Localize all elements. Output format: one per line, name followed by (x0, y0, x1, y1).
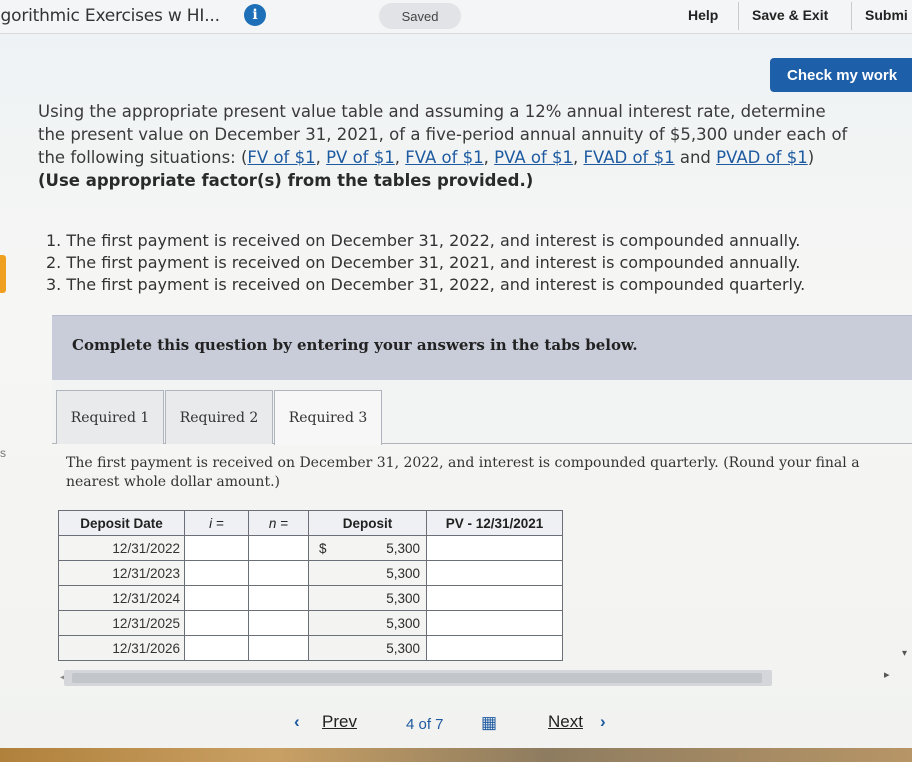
pvad-of-1-link[interactable]: PVAD of $1 (716, 148, 808, 167)
i-input[interactable] (185, 536, 248, 560)
edge-mark: s (0, 446, 6, 460)
currency-symbol: $ (319, 541, 327, 556)
requirement-item: 3. The first payment is received on Dece… (46, 275, 806, 294)
deposit-cell: $5,300 (308, 535, 427, 561)
i-input[interactable] (185, 611, 248, 635)
tab-required-1[interactable]: Required 1 (56, 390, 164, 444)
pv-input[interactable] (427, 561, 562, 585)
fv-of-1-link[interactable]: FV of $1 (247, 148, 315, 167)
grid-icon[interactable]: ▦ (481, 713, 497, 733)
header-pv: PV - 12/31/2021 (426, 510, 563, 536)
scrollbar-thumb[interactable] (72, 673, 762, 683)
side-indicator (0, 255, 6, 293)
instructions-banner: Complete this question by entering your … (52, 315, 912, 380)
deposit-value: 5,300 (386, 541, 420, 556)
separator: and (674, 148, 717, 167)
question-bold-instruction: (Use appropriate factor(s) from the tabl… (38, 171, 534, 190)
pv-input[interactable] (427, 586, 562, 610)
separator: , (315, 148, 327, 167)
complete-prompt: Complete this question by entering your … (72, 336, 638, 354)
pv-input[interactable] (427, 636, 562, 660)
n-input[interactable] (249, 586, 308, 610)
table-header-row: Deposit Date i = n = Deposit PV - 12/31/… (58, 510, 563, 536)
header-n: n = (248, 510, 309, 536)
n-input[interactable] (249, 561, 308, 585)
i-input[interactable] (185, 636, 248, 660)
divider (851, 2, 852, 30)
i-input[interactable] (185, 586, 248, 610)
header-deposit: Deposit (308, 510, 427, 536)
tabs-bar: Required 1 Required 2 Required 3 (52, 380, 912, 445)
separator: ) (807, 148, 815, 167)
deposit-date-cell: 12/31/2022 (58, 535, 185, 561)
pv-of-1-link[interactable]: PV of $1 (326, 148, 395, 167)
separator: , (573, 148, 584, 167)
tab-required-2[interactable]: Required 2 (165, 390, 273, 444)
header-i: i = (184, 510, 249, 536)
scroll-right-icon[interactable]: ▸ (884, 668, 890, 681)
deposit-cell: 5,300 (308, 635, 427, 661)
question-text: Using the appropriate present value tabl… (38, 100, 848, 192)
pva-of-1-link[interactable]: PVA of $1 (494, 148, 573, 167)
table-row: 12/31/2026 5,300 (58, 635, 563, 661)
submit-button[interactable]: Submi (865, 7, 908, 23)
instruction-line: nearest whole dollar amount.) (66, 474, 280, 490)
n-input[interactable] (249, 536, 308, 560)
deposit-date-cell: 12/31/2023 (58, 560, 185, 586)
tab-instruction: The first payment is received on Decembe… (66, 454, 912, 492)
instruction-line: The first payment is received on Decembe… (66, 455, 860, 471)
deposit-date-cell: 12/31/2025 (58, 610, 185, 636)
deposit-cell: 5,300 (308, 610, 427, 636)
requirement-item: 2. The first payment is received on Dece… (46, 253, 801, 272)
n-input[interactable] (249, 611, 308, 635)
next-arrow-icon[interactable]: › (600, 712, 606, 732)
next-button[interactable]: Next (548, 712, 583, 732)
n-input[interactable] (249, 636, 308, 660)
deposit-value: 5,300 (386, 641, 420, 656)
tab-required-3[interactable]: Required 3 (274, 390, 382, 445)
separator: , (394, 148, 406, 167)
requirement-item: 1. The first payment is received on Dece… (46, 231, 801, 250)
scroll-down-icon[interactable]: ▾ (902, 648, 907, 659)
horizontal-scrollbar[interactable] (64, 670, 772, 686)
pv-input[interactable] (427, 611, 562, 635)
fvad-of-1-link[interactable]: FVAD of $1 (584, 148, 675, 167)
check-my-work-button[interactable]: Check my work (770, 58, 912, 92)
bottom-edge (0, 748, 912, 762)
save-exit-button[interactable]: Save & Exit (752, 7, 828, 23)
requirements-list: 1. The first payment is received on Dece… (46, 230, 826, 296)
saved-status-badge: Saved (379, 3, 461, 29)
prev-arrow-icon[interactable]: ‹ (294, 712, 300, 732)
table-row: 12/31/2022 $5,300 (58, 535, 563, 561)
deposit-date-cell: 12/31/2024 (58, 585, 185, 611)
table-row: 12/31/2023 5,300 (58, 560, 563, 586)
i-input[interactable] (185, 561, 248, 585)
pv-input[interactable] (427, 536, 562, 560)
deposit-date-cell: 12/31/2026 (58, 635, 185, 661)
separator: , (483, 148, 495, 167)
fva-of-1-link[interactable]: FVA of $1 (405, 148, 483, 167)
deposit-value: 5,300 (386, 591, 420, 606)
deposit-value: 5,300 (386, 616, 420, 631)
header-deposit-date: Deposit Date (58, 510, 185, 536)
top-bar: lgorithmic Exercises w HI... i Saved Hel… (0, 0, 912, 34)
help-button[interactable]: Help (688, 7, 718, 23)
assignment-title: lgorithmic Exercises w HI... (0, 6, 220, 26)
info-icon[interactable]: i (244, 4, 266, 26)
deposit-cell: 5,300 (308, 585, 427, 611)
deposit-cell: 5,300 (308, 560, 427, 586)
table-row: 12/31/2024 5,300 (58, 585, 563, 611)
deposit-value: 5,300 (386, 566, 420, 581)
table-row: 12/31/2025 5,300 (58, 610, 563, 636)
divider (738, 2, 739, 30)
prev-button[interactable]: Prev (322, 712, 357, 732)
pv-table: Deposit Date i = n = Deposit PV - 12/31/… (58, 510, 563, 661)
page-indicator: 4 of 7 (406, 716, 444, 733)
